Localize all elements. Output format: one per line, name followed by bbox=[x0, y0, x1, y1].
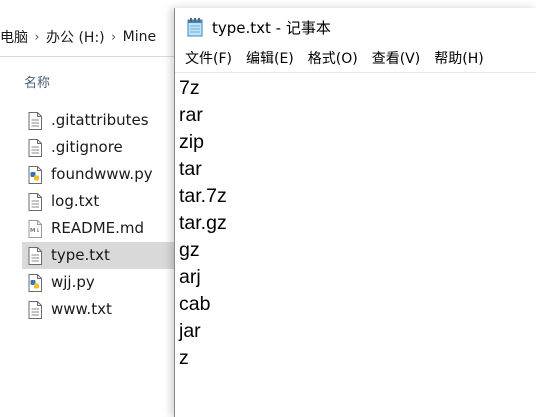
text-line: tar.7z bbox=[179, 185, 227, 207]
file-name-label: www.txt bbox=[51, 300, 112, 318]
menu-format[interactable]: 格式(O) bbox=[301, 47, 365, 71]
chevron-right-icon: › bbox=[34, 29, 40, 45]
text-line: z bbox=[179, 347, 189, 369]
file-list-item[interactable]: foundwww.py bbox=[22, 161, 182, 188]
file-list-item[interactable]: log.txt bbox=[22, 188, 182, 215]
text-line: arj bbox=[179, 266, 201, 288]
file-name-label: README.md bbox=[51, 219, 145, 237]
text-file-icon bbox=[28, 192, 42, 211]
text-line: zip bbox=[179, 131, 204, 153]
text-file-icon bbox=[28, 300, 42, 319]
notepad-app-icon bbox=[186, 17, 204, 37]
breadcrumb[interactable]: 电脑 › 办公 (H:) › Mine bbox=[0, 19, 200, 55]
file-list-item[interactable]: M↓ README.md bbox=[22, 215, 182, 242]
menu-bar: 文件(F) 编辑(E) 格式(O) 查看(V) 帮助(H) bbox=[175, 46, 536, 73]
column-header-name[interactable]: 名称 bbox=[24, 72, 50, 91]
text-line: jar bbox=[179, 320, 201, 342]
file-list-item[interactable]: www.txt bbox=[22, 296, 182, 323]
text-file-icon bbox=[28, 246, 42, 265]
file-list-item[interactable]: type.txt bbox=[22, 242, 182, 269]
python-file-icon bbox=[28, 165, 42, 184]
text-line: gz bbox=[179, 239, 200, 261]
breadcrumb-item-drive[interactable]: 办公 (H:) bbox=[44, 27, 107, 47]
window-title: type.txt - 记事本 bbox=[212, 18, 331, 37]
breadcrumb-item-computer[interactable]: 电脑 bbox=[0, 27, 30, 47]
file-list-item[interactable]: .gitignore bbox=[22, 134, 182, 161]
menu-edit[interactable]: 编辑(E) bbox=[239, 47, 301, 71]
text-file-icon bbox=[28, 111, 42, 130]
divider bbox=[0, 56, 200, 57]
file-list: .gitattributes .gitignore foundwww.py log.t… bbox=[22, 107, 182, 323]
text-line: cab bbox=[179, 293, 211, 315]
menu-view[interactable]: 查看(V) bbox=[365, 47, 428, 71]
python-file-icon bbox=[28, 273, 42, 292]
file-name-label: wjj.py bbox=[51, 273, 95, 291]
text-line: rar bbox=[179, 104, 203, 126]
file-name-label: .gitignore bbox=[51, 138, 123, 156]
menu-file[interactable]: 文件(F) bbox=[178, 47, 239, 71]
file-name-label: foundwww.py bbox=[51, 165, 153, 183]
chevron-right-icon: › bbox=[111, 29, 117, 45]
notepad-window: type.txt - 记事本 文件(F) 编辑(E) 格式(O) 查看(V) 帮助(H)… bbox=[174, 8, 536, 417]
text-line: tar.gz bbox=[179, 212, 227, 234]
menu-help[interactable]: 帮助(H) bbox=[427, 47, 490, 71]
breadcrumb-item-folder[interactable]: Mine bbox=[121, 29, 158, 45]
file-name-label: type.txt bbox=[51, 246, 110, 264]
text-line: tar bbox=[179, 158, 202, 180]
desktop: 电脑 › 办公 (H:) › Mine 名称 .gitattributes .gi… bbox=[0, 0, 536, 417]
file-list-item[interactable]: wjj.py bbox=[22, 269, 182, 296]
markdown-file-icon: M↓ bbox=[28, 219, 42, 238]
title-bar[interactable]: type.txt - 记事本 bbox=[175, 8, 536, 46]
file-name-label: .gitattributes bbox=[51, 111, 149, 129]
svg-text:M↓: M↓ bbox=[30, 227, 40, 234]
file-list-item[interactable]: .gitattributes bbox=[22, 107, 182, 134]
file-name-label: log.txt bbox=[51, 192, 100, 210]
text-file-icon bbox=[28, 138, 42, 157]
text-editor-area[interactable]: 7z rar zip tar tar.7z tar.gz gz arj cab jar z bbox=[179, 74, 536, 417]
text-line: 7z bbox=[179, 77, 200, 99]
